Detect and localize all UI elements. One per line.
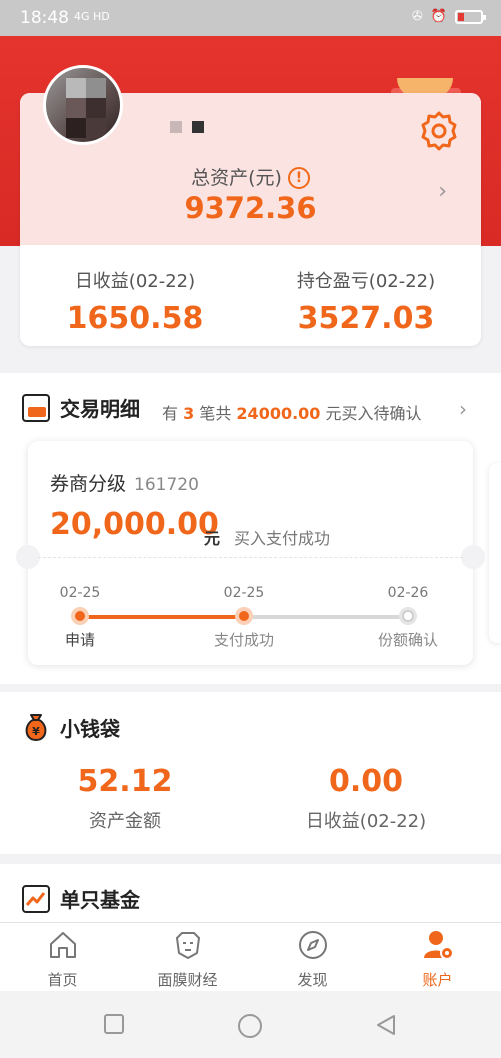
account-icon (423, 931, 454, 960)
status-bar: 18:48 4G HD ✇ ⏰ (0, 0, 501, 36)
amount-unit: 元 (204, 529, 221, 548)
step-paid: 02-25 支付成功 (213, 585, 274, 649)
trade-title: 交易明细 (60, 397, 140, 421)
alarm-icon: ⏰ (430, 9, 447, 24)
fund-code: 161720 (134, 475, 199, 495)
step-confirm: 02-26 份额确认 (377, 585, 438, 649)
tab-bar: 首页 面膜财经 发现 账户 (0, 922, 501, 991)
wallet-asset-value: 52.12 (77, 764, 173, 799)
pending-amount: 24000.00 (236, 404, 321, 423)
svg-text:¥: ¥ (32, 725, 40, 738)
wallet-section[interactable]: ¥ 小钱袋 52.12 资产金额 0.00 日收益(02-22) (0, 692, 501, 854)
chart-icon (22, 884, 50, 913)
chevron-right-icon[interactable]: › (459, 397, 467, 421)
home-button-icon[interactable] (237, 1013, 263, 1039)
tab-account[interactable]: 账户 (375, 929, 500, 990)
total-assets-value: 9372.36 (184, 191, 317, 225)
vibrate-icon: ✇ (411, 9, 423, 24)
wallet-title: 小钱袋 (60, 716, 120, 741)
tab-finance[interactable]: 面膜财经 (125, 929, 250, 990)
single-fund-header: 单只基金 (22, 884, 140, 913)
daily-earnings[interactable]: 日收益(02-22) 1650.58 (20, 267, 250, 336)
avatar[interactable] (43, 65, 123, 145)
signal-indicator: 4G HD (74, 10, 110, 23)
pending-count: 3 (183, 404, 195, 423)
trade-amount: 20,000.00 (50, 507, 219, 542)
wallet-daily: 0.00 日收益(02-22) (241, 764, 491, 833)
chevron-right-icon[interactable]: › (438, 179, 447, 204)
trade-header[interactable]: 交易明细 (22, 393, 140, 422)
asset-card[interactable]: 总资产(元)! 9372.36 › 日收益(02-22) 1650.58 持仓盈… (20, 65, 481, 346)
trade-card[interactable]: 券商分级 161720 20,000.00 元 买入支付成功 02-25 申请 0… (16, 441, 485, 665)
system-nav-bar (0, 991, 501, 1058)
trade-status: 买入支付成功 (234, 529, 331, 548)
trade-icon (22, 393, 50, 422)
single-fund-section[interactable]: 单只基金 (0, 864, 501, 922)
trade-section: 交易明细 有 3 笔共 24000.00 元买入待确认 › 券商分级 161720… (0, 373, 501, 684)
holding-profit-label: 持仓盈亏(02-22) (296, 271, 436, 292)
fund-name: 券商分级 161720 (50, 473, 199, 495)
battery-icon (455, 9, 486, 24)
wallet-asset-label: 资产金额 (89, 811, 161, 832)
daily-earnings-label: 日收益(02-22) (74, 271, 196, 292)
wallet-asset: 52.12 资产金额 (0, 764, 250, 833)
next-trade-card-peek[interactable] (489, 463, 501, 643)
single-fund-title: 单只基金 (60, 888, 140, 912)
wallet-daily-label: 日收益(02-22) (305, 811, 427, 832)
compass-icon (298, 931, 327, 959)
holding-profit[interactable]: 持仓盈亏(02-22) 3527.03 (251, 267, 481, 336)
tab-discover[interactable]: 发现 (250, 929, 375, 990)
warning-icon[interactable]: ! (287, 167, 310, 189)
total-assets-label: 总资产(元)! (20, 163, 481, 190)
username-masked (170, 121, 204, 133)
tab-home[interactable]: 首页 (0, 929, 125, 990)
back-icon[interactable] (374, 1013, 398, 1037)
recent-apps-icon[interactable] (103, 1013, 125, 1035)
wallet-daily-value: 0.00 (328, 764, 404, 799)
wallet-header: ¥ 小钱袋 (22, 712, 120, 742)
status-time: 18:48 (20, 8, 69, 28)
daily-earnings-value: 1650.58 (66, 301, 204, 336)
step-apply: 02-25 申请 (59, 585, 101, 649)
home-icon (49, 932, 76, 958)
holding-profit-value: 3527.03 (297, 301, 435, 336)
trade-summary[interactable]: 有 3 笔共 24000.00 元买入待确认 (162, 400, 422, 424)
status-icons: ✇ ⏰ (411, 9, 486, 24)
lion-icon (175, 932, 200, 959)
money-bag-icon: ¥ (25, 714, 47, 741)
gear-icon[interactable] (417, 109, 461, 153)
